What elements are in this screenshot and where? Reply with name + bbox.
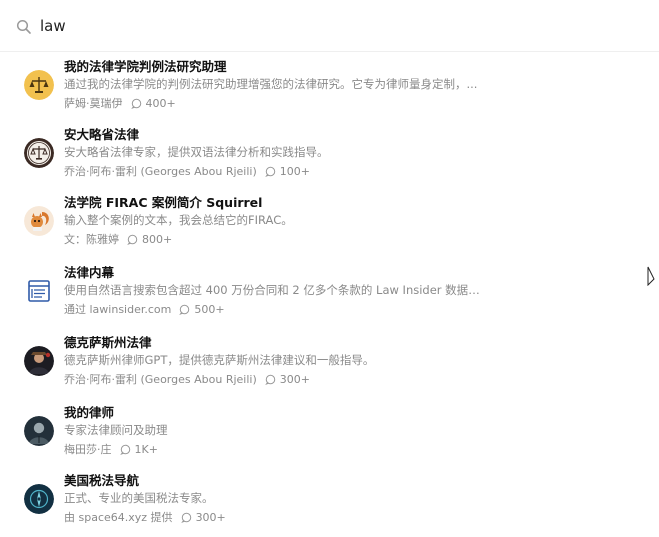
chat-count-icon (264, 166, 275, 177)
result-description: 通过我的法律学院的判例法研究助理增强您的法律研究。它专为律师量身定制，... (64, 77, 478, 91)
result-count: 400+ (145, 96, 176, 110)
tax-navigator-avatar (24, 484, 54, 514)
result-item[interactable]: 安大略省法律 安大略省法律专家，提供双语法律分析和实践指导。 乔治·阿布·雷利 … (0, 124, 640, 188)
result-count: 1K+ (134, 442, 158, 456)
chat-count-icon (119, 444, 130, 455)
result-author: 乔治·阿布·雷利 (Georges Abou Rjeili) (64, 373, 257, 386)
chat-count-icon (179, 304, 190, 315)
result-count: 500+ (194, 302, 225, 316)
result-author: 梅田莎·庄 (64, 443, 112, 456)
result-item[interactable]: 法学院 FIRAC 案例简介 Squirrel 输入整个案例的文本，我会总结它的… (0, 192, 640, 256)
mouse-cursor-icon (647, 266, 655, 286)
search-bar (0, 0, 659, 52)
result-description: 专家法律顾问及助理 (64, 423, 168, 437)
result-title: 美国税法导航 (64, 473, 140, 488)
gpt-search-panel: 我的法律学院判例法研究助理 通过我的法律学院的判例法研究助理增强您的法律研究。它… (0, 0, 659, 537)
result-item[interactable]: 我的律师 专家法律顾问及助理 梅田莎·庄 1K+ (0, 402, 640, 466)
result-title: 法律内幕 (64, 265, 115, 280)
result-description: 使用自然语言搜索包含超过 400 万份合同和 2 亿多个条款的 Law Insi… (64, 283, 484, 297)
search-icon (16, 19, 31, 34)
result-item[interactable]: 法律内幕 使用自然语言搜索包含超过 400 万份合同和 2 亿多个条款的 Law… (0, 262, 640, 326)
result-description: 德克萨斯州律师GPT，提供德克萨斯州法律建议和一般指导。 (64, 353, 375, 367)
result-author: 通过 lawinsider.com (64, 303, 172, 316)
result-count: 300+ (195, 510, 226, 524)
result-title: 我的律师 (64, 405, 115, 420)
result-item[interactable]: 我的法律学院判例法研究助理 通过我的法律学院的判例法研究助理增强您的法律研究。它… (0, 56, 640, 120)
result-count: 800+ (142, 232, 173, 246)
result-meta: 乔治·阿布·雷利 (Georges Abou Rjeili) 100+ (64, 163, 624, 179)
chat-count-icon (180, 512, 191, 523)
document-avatar (24, 276, 54, 306)
chat-count-icon (264, 374, 275, 385)
result-title: 安大略省法律 (64, 127, 140, 142)
squirrel-avatar (24, 206, 54, 236)
result-author: 萨姆·莫瑞伊 (64, 97, 123, 110)
result-title: 我的法律学院判例法研究助理 (64, 59, 227, 74)
result-description: 正式、专业的美国税法专家。 (64, 491, 214, 505)
result-title: 法学院 FIRAC 案例简介 Squirrel (64, 195, 263, 210)
result-meta: 由 space64.xyz 提供 300+ (64, 509, 624, 525)
lawyer-portrait-avatar (24, 416, 54, 446)
result-item[interactable]: 美国税法导航 正式、专业的美国税法专家。 由 space64.xyz 提供 30… (0, 470, 640, 534)
result-meta: 文：陈雅婷 800+ (64, 231, 624, 247)
result-meta: 乔治·阿布·雷利 (Georges Abou Rjeili) 300+ (64, 371, 624, 387)
search-input[interactable] (40, 14, 600, 38)
chat-count-icon (130, 98, 141, 109)
scales-seal-avatar (24, 138, 54, 168)
result-description: 输入整个案例的文本，我会总结它的FIRAC。 (64, 213, 293, 227)
result-title: 德克萨斯州法律 (64, 335, 152, 350)
result-author: 乔治·阿布·雷利 (Georges Abou Rjeili) (64, 165, 257, 178)
result-author: 由 space64.xyz 提供 (64, 511, 173, 524)
result-count: 300+ (279, 372, 310, 386)
result-count: 100+ (279, 164, 310, 178)
result-author: 文：陈雅婷 (64, 233, 119, 246)
result-meta: 梅田莎·庄 1K+ (64, 441, 624, 457)
scales-gold-avatar (24, 70, 54, 100)
result-meta: 萨姆·莫瑞伊 400+ (64, 95, 624, 111)
result-meta: 通过 lawinsider.com 500+ (64, 301, 624, 317)
result-item[interactable]: 德克萨斯州法律 德克萨斯州律师GPT，提供德克萨斯州法律建议和一般指导。 乔治·… (0, 332, 640, 396)
texas-lawyer-avatar (24, 346, 54, 376)
result-description: 安大略省法律专家，提供双语法律分析和实践指导。 (64, 145, 329, 159)
chat-count-icon (127, 234, 138, 245)
